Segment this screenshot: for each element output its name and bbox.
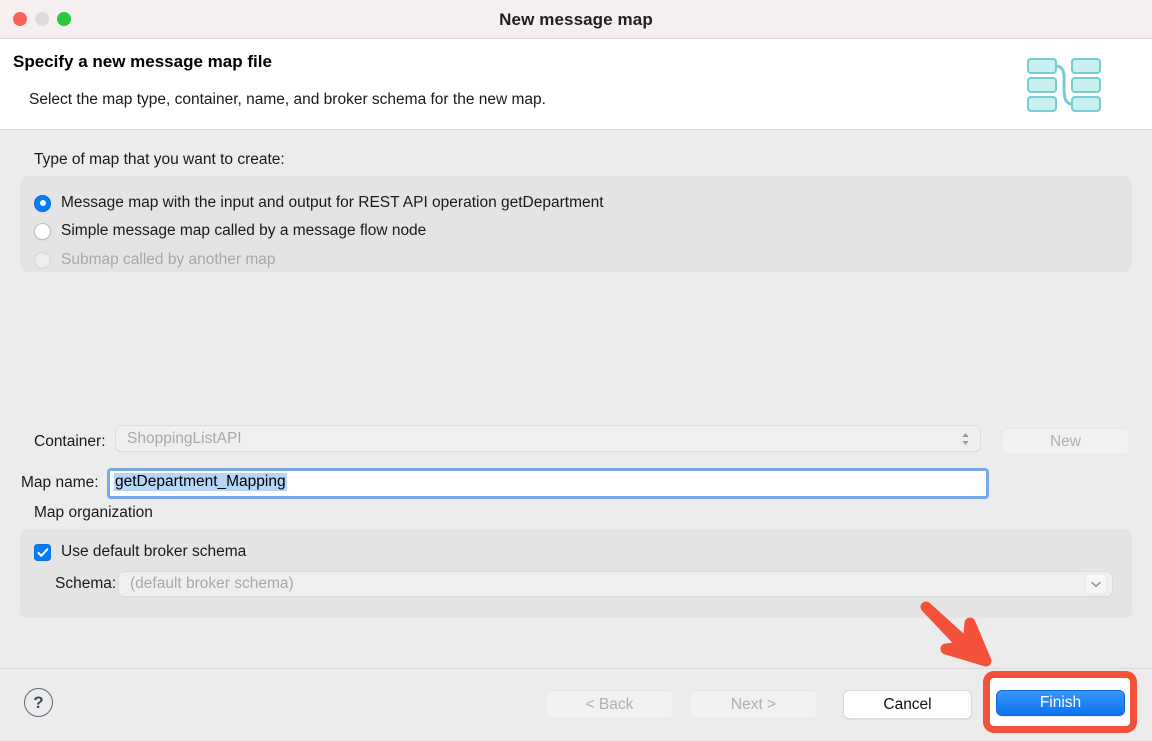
container-value: ShoppingListAPI	[127, 430, 242, 447]
new-container-button: New	[1001, 428, 1130, 455]
wizard-header: Specify a new message map file Select th…	[0, 39, 1152, 130]
wizard-content: Type of map that you want to create: Mes…	[0, 131, 1152, 668]
map-name-value: getDepartment_Mapping	[114, 473, 287, 491]
radio-icon-unselected[interactable]	[34, 222, 51, 240]
stepper-arrows-icon	[962, 432, 969, 445]
container-dropdown: ShoppingListAPI	[115, 425, 981, 452]
message-map-icon	[1026, 56, 1102, 114]
map-name-label: Map name:	[21, 474, 99, 491]
map-organization-legend: Map organization	[34, 504, 153, 521]
map-type-legend: Type of map that you want to create:	[34, 151, 285, 168]
schema-dropdown: (default broker schema)	[118, 571, 1113, 597]
map-name-input[interactable]: getDepartment_Mapping	[107, 468, 989, 499]
use-default-broker-schema-row[interactable]: Use default broker schema	[34, 543, 246, 561]
back-button: < Back	[545, 690, 674, 719]
container-label: Container:	[34, 433, 106, 450]
radio-option-simple-map[interactable]: Simple message map called by a message f…	[34, 221, 426, 241]
window-title: New message map	[499, 10, 653, 29]
cancel-button[interactable]: Cancel	[843, 690, 972, 719]
radio-option-label: Simple message map called by a message f…	[61, 222, 427, 239]
radio-option-label: Submap called by another map	[61, 251, 276, 268]
checkbox-label: Use default broker schema	[61, 543, 247, 560]
new-message-map-dialog: New message map Specify a new message ma…	[0, 0, 1152, 741]
schema-label: Schema:	[55, 575, 117, 592]
checkbox-icon-checked[interactable]	[34, 543, 51, 561]
radio-option-submap: Submap called by another map	[34, 250, 276, 270]
next-button: Next >	[689, 690, 818, 719]
window-titlebar: New message map	[0, 0, 1152, 39]
map-organization-group: Use default broker schema Schema: (defau…	[20, 529, 1132, 618]
chevron-down-icon	[1085, 573, 1107, 595]
page-title: Specify a new message map file	[13, 52, 272, 71]
radio-option-label: Message map with the input and output fo…	[61, 194, 604, 211]
page-subtitle: Select the map type, container, name, an…	[29, 91, 546, 108]
finish-button[interactable]: Finish	[996, 690, 1125, 716]
help-icon[interactable]: ?	[24, 688, 53, 717]
schema-value: (default broker schema)	[130, 575, 294, 592]
radio-icon-disabled	[34, 251, 51, 269]
radio-option-rest-api[interactable]: Message map with the input and output fo…	[34, 193, 604, 213]
radio-icon-selected[interactable]	[34, 194, 51, 212]
map-type-group: Message map with the input and output fo…	[20, 176, 1132, 272]
